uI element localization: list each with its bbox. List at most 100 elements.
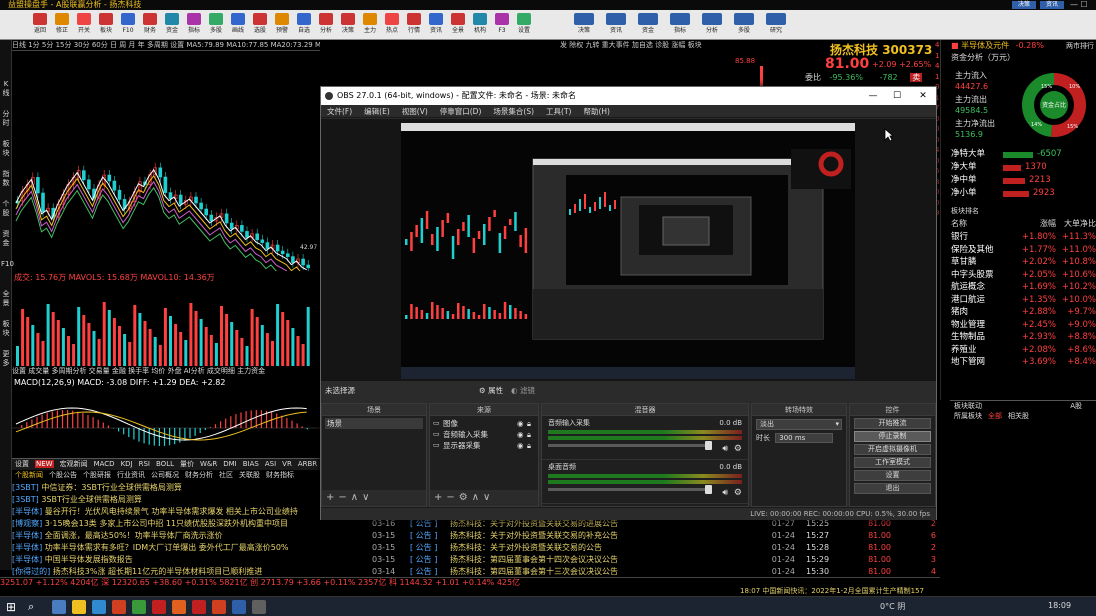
indicator-tab[interactable]: NEW [35, 460, 54, 468]
sector-row[interactable]: 生物制品 +2.93% +8.8% [951, 331, 1096, 344]
linkage-market[interactable]: A股 [1070, 401, 1082, 411]
obs-menu-item[interactable]: 帮助(H) [583, 107, 610, 116]
toolbar-button-2[interactable]: 开关 [74, 12, 94, 38]
control-button[interactable]: 工作室模式 [854, 457, 931, 468]
taskbar-app-icon[interactable] [132, 600, 146, 614]
toolbar-button-15[interactable]: 主力 [360, 12, 380, 38]
toolbar-button-0[interactable]: 返回 [30, 12, 50, 38]
toolbar-button-17[interactable]: 行情 [404, 12, 424, 38]
info-tab[interactable]: 财务指标 [266, 471, 294, 479]
indicator-tab[interactable]: DMI [223, 460, 237, 468]
news-item[interactable]: [你得过的] 扬杰科技3%涨 超长期11亿元的半导体材料项目已顺利推进 [12, 566, 382, 577]
market-rank-link[interactable]: 两市排行 [1066, 40, 1094, 52]
control-button[interactable]: 开始推流 [854, 418, 931, 429]
obs-menu-item[interactable]: 停靠窗口(D) [440, 107, 482, 116]
source-item[interactable]: ▭ 图像 ◉ 🔒︎ [433, 418, 535, 429]
volume-slider[interactable] [548, 485, 712, 494]
info-tab[interactable]: 个股研报 [83, 471, 111, 479]
indicator-tab[interactable]: W&R [200, 460, 217, 468]
eye-icon[interactable]: ◉ [517, 440, 527, 451]
chart-period-tabs[interactable]: 日线 1分 5分 15分 30分 60分 日 周 月 年 多周期 设置 MA5:… [12, 40, 320, 51]
toolbar-button-10[interactable]: 选股 [250, 12, 270, 38]
sector-row[interactable]: 草甘膦 +2.02% +10.8% [951, 256, 1096, 269]
taskbar-app-icon[interactable] [232, 600, 246, 614]
left-strip-item[interactable]: K线 [1, 80, 11, 98]
toolbar-button-14[interactable]: 决策 [338, 12, 358, 38]
sector-row[interactable]: 银行 +1.80% +11.3% [951, 231, 1096, 244]
toolbar-button-7[interactable]: 指标 [184, 12, 204, 38]
volume-chart[interactable] [12, 282, 320, 366]
toolbar-right-button-1[interactable]: 资讯 [602, 12, 630, 38]
speaker-icon[interactable]: 🔊︎ [722, 444, 728, 454]
minimize-button[interactable]: — [861, 87, 885, 105]
taskbar-app-icon[interactable] [92, 600, 106, 614]
toolbar-right-button-5[interactable]: 多股 [730, 12, 758, 38]
toolbar-button-19[interactable]: 全景 [448, 12, 468, 38]
sector-row[interactable]: 航运概念 +1.69% +10.2% [951, 281, 1096, 294]
control-button[interactable]: 停止录制 [854, 431, 931, 442]
left-strip-item[interactable]: 指数 [1, 170, 11, 188]
left-strip-item[interactable]: 更多 [1, 350, 11, 368]
taskbar-app-icon[interactable] [252, 600, 266, 614]
taskbar-app-icon[interactable] [112, 600, 126, 614]
source-item[interactable]: ▭ 音频输入采集 ◉ 🔒︎ [433, 429, 535, 440]
obs-menu-item[interactable]: 文件(F) [327, 107, 352, 116]
taskbar-app-icon[interactable] [212, 600, 226, 614]
sector-row[interactable]: 地下管网 +3.69% +8.4% [951, 356, 1096, 369]
properties-button[interactable]: ⚙ 属性 [479, 384, 503, 398]
indicator-tab[interactable]: 设置 [15, 460, 29, 468]
toolbar-button-8[interactable]: 多股 [206, 12, 226, 38]
indicator-tab[interactable]: 宏观新闻 [60, 460, 88, 468]
indicator-tab[interactable]: BOLL [156, 460, 174, 468]
toolbar-right-button-6[interactable]: 研究 [762, 12, 790, 38]
toolbar-button-18[interactable]: 资讯 [426, 12, 446, 38]
sector-row[interactable]: 保险及其他 +1.77% +11.0% [951, 244, 1096, 257]
info-tab[interactable]: 个股公告 [49, 471, 77, 479]
toolbar-button-11[interactable]: 预警 [272, 12, 292, 38]
eye-icon[interactable]: ◉ [517, 418, 527, 429]
info-tab[interactable]: 财务分析 [185, 471, 213, 479]
maximize-button[interactable]: ☐ [885, 87, 909, 105]
indicator-tab[interactable]: KDJ [121, 460, 133, 468]
linkage-tab[interactable]: 所属板块 [954, 412, 982, 420]
obs-preview[interactable] [321, 119, 936, 381]
indicator-tab[interactable]: 量价 [180, 460, 194, 468]
info-tab[interactable]: 个股新闻 [15, 471, 43, 479]
search-icon[interactable]: ⌕ [28, 600, 42, 614]
info-tab[interactable]: 公司概况 [151, 471, 179, 479]
obs-menu-item[interactable]: 编辑(E) [364, 107, 390, 116]
taskbar-app-icon[interactable] [172, 600, 186, 614]
info-tab[interactable]: 社区 [219, 471, 233, 479]
toolbar-button-21[interactable]: F3 [492, 12, 512, 38]
news-item[interactable]: [半导体] 全面调涨，最高达50%！功率半导体厂商洗示涨价 [12, 530, 382, 542]
left-strip-item[interactable]: 板块 [1, 320, 11, 338]
close-button[interactable]: ✕ [911, 87, 935, 105]
info-tab-button[interactable]: 资讯 [1040, 1, 1064, 9]
control-button[interactable]: 开启虚拟摄像机 [854, 444, 931, 455]
indicator-tab[interactable]: VR [282, 460, 292, 468]
lock-icon[interactable]: 🔒︎ [527, 418, 535, 429]
obs-menu-item[interactable]: 场景集合(S) [493, 107, 534, 116]
gear-icon[interactable]: ⚙ [734, 444, 742, 454]
sector-col-header[interactable]: 涨幅 [1006, 218, 1056, 229]
info-tab[interactable]: 关联股 [239, 471, 260, 479]
control-button[interactable]: 退出 [854, 483, 931, 494]
toolbar-button-9[interactable]: 画线 [228, 12, 248, 38]
sector-row[interactable]: 猪肉 +2.88% +9.7% [951, 306, 1096, 319]
left-strip-item[interactable]: 分时 [1, 110, 11, 128]
control-button[interactable]: 设置 [854, 470, 931, 481]
announcement-item[interactable]: [ 公告 ] 扬杰科技：关于对外投资暨关联交易的补充公告 01-24 [410, 530, 795, 542]
lock-icon[interactable]: 🔒︎ [527, 440, 535, 451]
toolbar-button-4[interactable]: F10 [118, 12, 138, 38]
linkage-tab[interactable]: 全部 [988, 412, 1002, 420]
toolbar-right-button-0[interactable]: 决策 [570, 12, 598, 38]
toolbar-button-1[interactable]: 修正 [52, 12, 72, 38]
volume-slider[interactable] [548, 441, 712, 450]
toolbar-button-5[interactable]: 财务 [140, 12, 160, 38]
toolbar-right-button-3[interactable]: 指标 [666, 12, 694, 38]
sector-row[interactable]: 养殖业 +2.08% +8.6% [951, 344, 1096, 357]
toolbar-button-22[interactable]: 设置 [514, 12, 534, 38]
toolbar-button-3[interactable]: 板块 [96, 12, 116, 38]
price-chart[interactable]: 42.97 [12, 51, 320, 271]
transition-select[interactable]: 淡出 ▾ [756, 419, 842, 430]
